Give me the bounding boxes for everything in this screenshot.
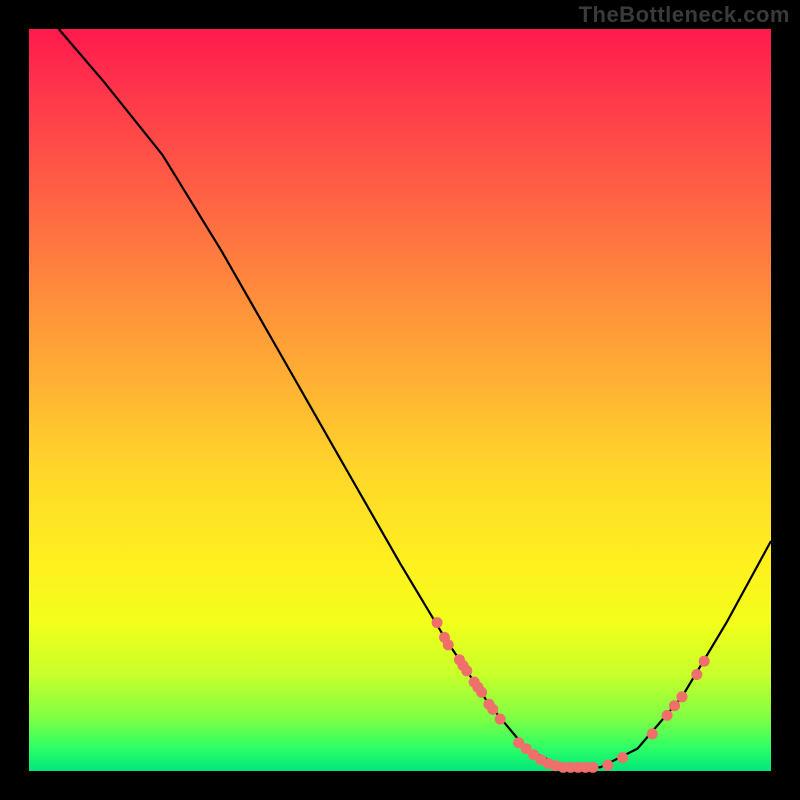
chart-svg — [29, 29, 771, 771]
data-marker — [669, 700, 680, 711]
data-marker — [662, 710, 673, 721]
watermark-text: TheBottleneck.com — [579, 2, 790, 28]
data-marker — [647, 728, 658, 739]
data-marker — [587, 762, 598, 773]
data-marker — [691, 669, 702, 680]
marker-group — [432, 617, 710, 773]
data-marker — [432, 617, 443, 628]
data-marker — [617, 752, 628, 763]
data-marker — [487, 704, 498, 715]
data-marker — [476, 687, 487, 698]
bottleneck-curve — [59, 29, 771, 767]
data-marker — [602, 760, 613, 771]
data-marker — [495, 714, 506, 725]
data-marker — [677, 691, 688, 702]
plot-area — [29, 29, 771, 771]
data-marker — [699, 656, 710, 667]
data-marker — [443, 639, 454, 650]
data-marker — [461, 665, 472, 676]
chart-frame: TheBottleneck.com — [0, 0, 800, 800]
